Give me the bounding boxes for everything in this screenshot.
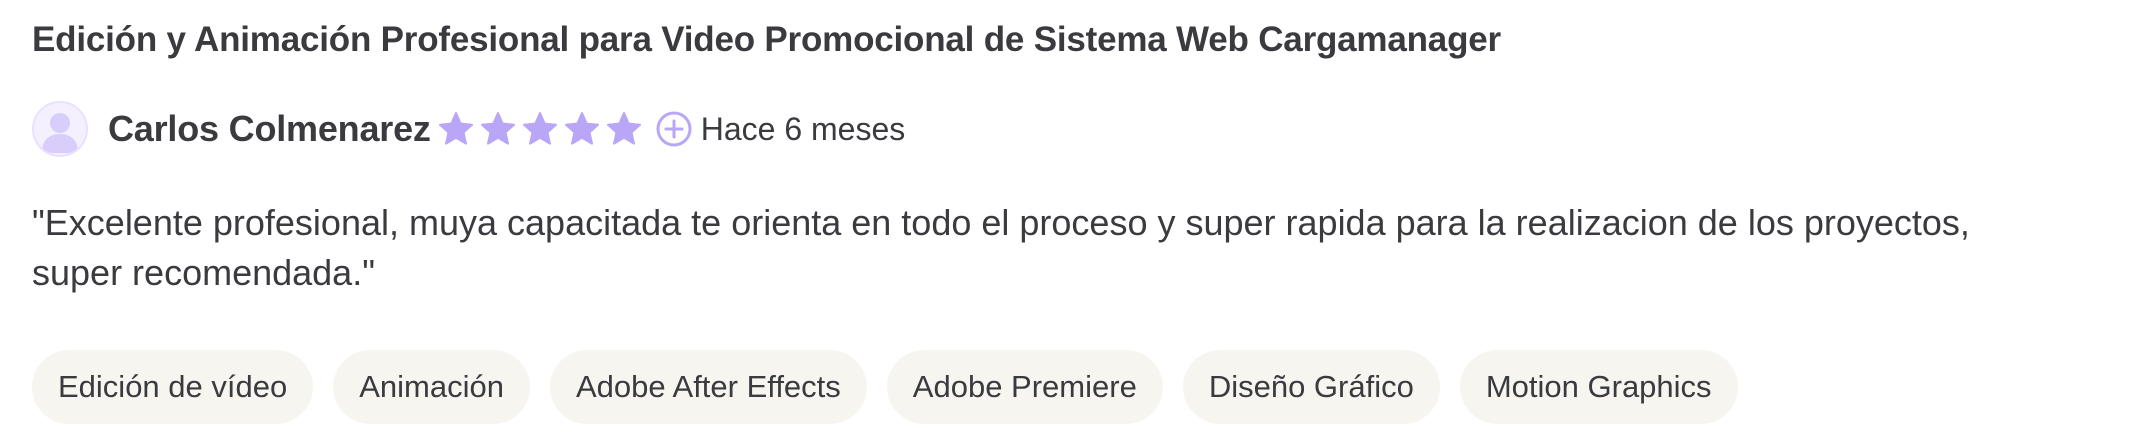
time-ago-label: Hace 6 meses (700, 110, 906, 147)
avatar-icon (32, 101, 88, 157)
star-icon (564, 112, 599, 145)
star-icon (480, 112, 515, 145)
skill-tag[interactable]: Motion Graphics (1459, 350, 1738, 424)
star-icon (522, 112, 557, 145)
review-text: "Excelente profesional, muya capacitada … (32, 202, 1970, 293)
star-rating (437, 110, 643, 148)
skill-tag[interactable]: Edición de vídeo (32, 350, 314, 424)
review-card: Edición y Animación Profesional para Vid… (0, 0, 2134, 432)
review-time: Hace 6 meses (655, 110, 906, 148)
star-icon (438, 112, 473, 145)
plus-circle-icon[interactable] (655, 110, 693, 148)
review-title: Edición y Animación Profesional para Vid… (32, 20, 1501, 59)
reviewer-name[interactable]: Carlos Colmenarez (108, 108, 431, 150)
skill-tag[interactable]: Animación (333, 350, 530, 424)
skill-tag[interactable]: Diseño Gráfico (1182, 350, 1440, 424)
skill-tag[interactable]: Adobe Premiere (886, 350, 1163, 424)
reviewer-row: Carlos Colmenarez Hace 6 meses (32, 100, 905, 158)
skill-tags: Edición de vídeo Animación Adobe After E… (32, 350, 1738, 424)
skill-tag[interactable]: Adobe After Effects (549, 350, 867, 424)
star-icon (606, 112, 641, 145)
